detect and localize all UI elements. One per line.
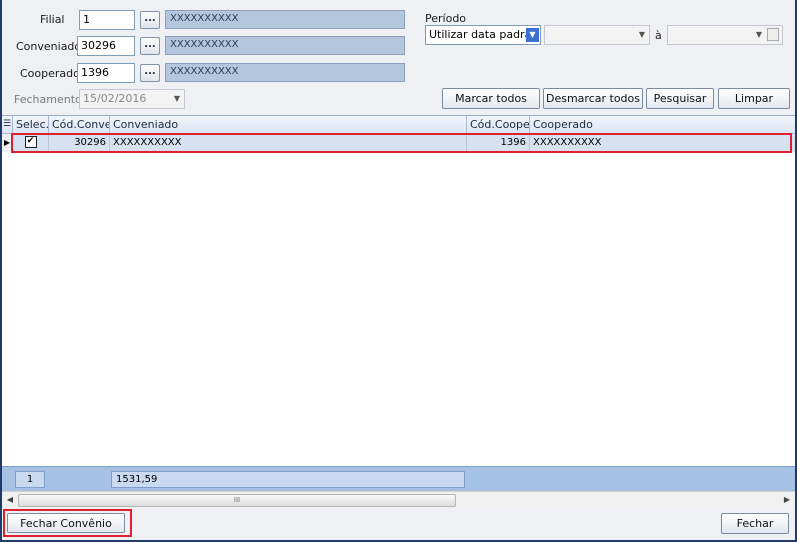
chevron-down-icon: ▼ bbox=[638, 30, 645, 39]
conveniado-lookup-button[interactable]: ... bbox=[140, 37, 160, 55]
grid-footer: 1 1531,59 bbox=[2, 466, 795, 492]
limpar-button[interactable]: Limpar bbox=[718, 88, 790, 109]
results-grid bbox=[2, 115, 795, 466]
cooperado-name: XXXXXXXXXX bbox=[165, 63, 405, 82]
chevron-down-icon: ▼ bbox=[173, 94, 180, 103]
periodo-between-label: à bbox=[655, 29, 662, 42]
row-highlight bbox=[11, 133, 792, 153]
horizontal-scrollbar[interactable]: ◀ III ▶ bbox=[2, 491, 795, 508]
conveniado-label: Conveniado bbox=[16, 40, 82, 53]
column-chooser-icon[interactable]: ☰ bbox=[2, 116, 13, 133]
fechar-convenio-highlight bbox=[3, 509, 132, 537]
fechamento-select[interactable]: 15/02/2016 ▼ bbox=[79, 89, 185, 109]
marcar-todos-button[interactable]: Marcar todos bbox=[442, 88, 540, 109]
desmarcar-todos-button[interactable]: Desmarcar todos bbox=[543, 88, 643, 109]
cooperado-lookup-button[interactable]: ... bbox=[140, 64, 160, 82]
column-header-conveniado[interactable]: Conveniado bbox=[110, 116, 467, 133]
cooperado-field[interactable]: 1396 bbox=[77, 63, 135, 83]
chevron-down-icon: ▼ bbox=[755, 30, 762, 39]
footer-count: 1 bbox=[15, 471, 45, 488]
filial-label: Filial bbox=[40, 13, 65, 26]
periodo-select[interactable]: Utilizar data padrão ▼ bbox=[425, 25, 541, 45]
cooperado-label: Cooperado bbox=[20, 67, 80, 80]
filial-name: XXXXXXXXXX bbox=[165, 10, 405, 29]
fechar-button[interactable]: Fechar bbox=[721, 513, 789, 534]
scroll-right-icon[interactable]: ▶ bbox=[781, 493, 793, 507]
conveniado-name: XXXXXXXXXX bbox=[165, 36, 405, 55]
filial-lookup-button[interactable]: ... bbox=[140, 11, 160, 29]
periodo-start-date[interactable]: ▼ bbox=[544, 25, 650, 45]
grid-header: ☰ Selec. Cód.Conver Conveniado Cód.Coope… bbox=[2, 116, 795, 134]
periodo-end-date[interactable]: ▼ bbox=[667, 25, 783, 45]
column-header-cooperado[interactable]: Cooperado bbox=[530, 116, 795, 133]
fechamento-label: Fechamento bbox=[14, 93, 82, 106]
calendar-icon[interactable] bbox=[767, 28, 779, 41]
scroll-thumb[interactable]: III bbox=[18, 494, 456, 507]
column-header-cod-cooper[interactable]: Cód.Cooper bbox=[467, 116, 530, 133]
pesquisar-button[interactable]: Pesquisar bbox=[646, 88, 714, 109]
conveniado-field[interactable]: 30296 bbox=[77, 36, 135, 56]
periodo-label: Período bbox=[425, 12, 467, 25]
footer-total: 1531,59 bbox=[111, 471, 465, 488]
column-header-cod-conver[interactable]: Cód.Conver bbox=[49, 116, 110, 133]
scroll-left-icon[interactable]: ◀ bbox=[4, 493, 16, 507]
filial-field[interactable]: 1 bbox=[79, 10, 135, 30]
periodo-value: Utilizar data padrão bbox=[429, 28, 539, 41]
column-header-selec[interactable]: Selec. bbox=[13, 116, 49, 133]
fechamento-value: 15/02/2016 bbox=[83, 92, 147, 105]
chevron-down-icon[interactable]: ▼ bbox=[526, 28, 539, 42]
